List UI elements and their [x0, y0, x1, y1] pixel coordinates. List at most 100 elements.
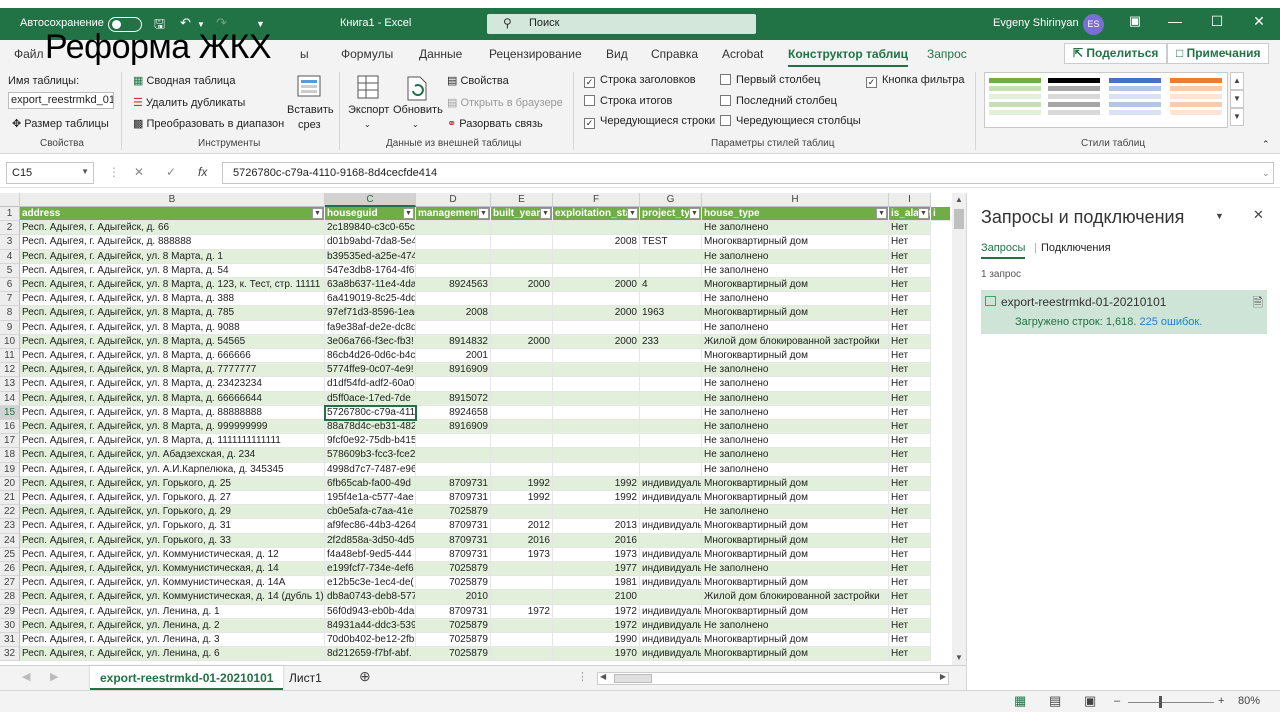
table-cell[interactable]	[640, 221, 702, 236]
table-cell[interactable]: Респ. Адыгея, г. Адыгейск, ул. Ленина, д…	[20, 618, 325, 633]
table-cell[interactable]: Многоквартирный дом	[702, 576, 889, 591]
filter-dropdown-icon[interactable]: ▼	[312, 208, 323, 219]
table-cell[interactable]: Респ. Адыгея, г. Адыгейск, ул. 8 Марта, …	[20, 306, 325, 321]
table-cell[interactable]: Не заполнено	[702, 249, 889, 264]
table-cell[interactable]: Респ. Адыгея, г. Адыгейск, ул. Коммунист…	[20, 576, 325, 591]
table-cell[interactable]	[491, 306, 553, 321]
scroll-down-icon[interactable]: ▼	[952, 651, 966, 665]
table-cell[interactable]: Респ. Адыгея, г. Адыгейск, д. 66	[20, 221, 325, 236]
table-cell[interactable]: 2008	[553, 235, 640, 250]
table-cell[interactable]	[640, 505, 702, 520]
table-header-cell[interactable]: houseguid ▼	[325, 207, 416, 222]
tab-table-design[interactable]: Конструктор таблиц	[788, 47, 909, 67]
table-cell[interactable]	[553, 420, 640, 435]
scroll-up-icon[interactable]: ▲	[952, 193, 966, 207]
table-cell[interactable]: af9fec86-44b3-4264	[325, 519, 416, 534]
table-cell[interactable]: Респ. Адыгея, г. Адыгейск, ул. 8 Марта, …	[20, 391, 325, 406]
page-layout-view-icon[interactable]: ▤	[1049, 693, 1061, 709]
table-cell[interactable]: Респ. Адыгея, г. Адыгейск, ул. Абадзехск…	[20, 448, 325, 463]
table-cell[interactable]: 1973	[553, 547, 640, 562]
table-cell[interactable]: 8709731	[416, 491, 491, 506]
table-cell[interactable]: 2000	[553, 278, 640, 293]
table-cell[interactable]	[553, 320, 640, 335]
export-dropdown-icon[interactable]: ⌄	[364, 120, 371, 129]
cancel-icon[interactable]: ✕	[134, 165, 144, 179]
table-cell[interactable]: Не заполнено	[702, 391, 889, 406]
table-cell[interactable]: TEST	[640, 235, 702, 250]
table-cell[interactable]: 195f4e1a-c577-4ae	[325, 491, 416, 506]
table-cell[interactable]: Многоквартирный дом	[702, 476, 889, 491]
column-header-h[interactable]: H	[702, 193, 889, 207]
row-header[interactable]: 20	[0, 476, 20, 491]
column-header-g[interactable]: G	[640, 193, 702, 207]
table-cell[interactable]: 1973	[491, 547, 553, 562]
table-cell[interactable]	[416, 292, 491, 307]
insert-function-icon[interactable]: fx	[198, 165, 207, 179]
page-break-view-icon[interactable]: ▣	[1084, 693, 1096, 709]
table-cell[interactable]: 2012	[491, 519, 553, 534]
row-header[interactable]: 12	[0, 363, 20, 378]
sheet-prev-icon[interactable]: ◀	[22, 670, 30, 683]
first-column-checkbox[interactable]: Первый столбец	[720, 74, 820, 86]
table-cell[interactable]: 8709731	[416, 547, 491, 562]
ribbon-display-icon[interactable]: ▣	[1120, 13, 1150, 29]
table-cell[interactable]: Многоквартирный дом	[702, 349, 889, 364]
table-cell[interactable]: Респ. Адыгея, г. Адыгейск, ул. 8 Марта, …	[20, 377, 325, 392]
table-cell[interactable]: Не заполнено	[702, 263, 889, 278]
table-cell[interactable]: 7025879	[416, 505, 491, 520]
row-header[interactable]: 24	[0, 533, 20, 548]
query-errors-link[interactable]: 225 ошибок.	[1139, 316, 1202, 328]
table-cell[interactable]: 8924658	[416, 405, 491, 420]
table-cell[interactable]: 7025879	[416, 618, 491, 633]
table-cell[interactable]: Многоквартирный дом	[702, 633, 889, 648]
name-box[interactable]: C15 ▼	[6, 162, 94, 184]
table-cell[interactable]	[491, 448, 553, 463]
table-cell[interactable]: 1992	[553, 476, 640, 491]
table-cell[interactable]: Нет	[889, 391, 931, 406]
table-cell[interactable]	[553, 462, 640, 477]
refresh-dropdown-icon[interactable]: ⌄	[412, 120, 419, 129]
table-cell[interactable]: Респ. Адыгея, г. Адыгейск, ул. 8 Марта, …	[20, 249, 325, 264]
gallery-up-icon[interactable]: ▲	[1230, 72, 1244, 90]
table-cell[interactable]: Респ. Адыгея, г. Адыгейск, ул. 8 Марта, …	[20, 405, 325, 420]
table-cell[interactable]: 4	[640, 278, 702, 293]
table-cell[interactable]	[553, 349, 640, 364]
table-cell[interactable]: 2c189840-c3c0-65cf-44d6-f6a4631d0d65	[325, 221, 416, 236]
table-cell[interactable]	[553, 363, 640, 378]
table-cell[interactable]: Нет	[889, 618, 931, 633]
table-cell[interactable]: Нет	[889, 434, 931, 449]
table-cell[interactable]: Нет	[889, 363, 931, 378]
table-cell[interactable]: Не заполнено	[702, 505, 889, 520]
table-cell[interactable]: 2000	[553, 306, 640, 321]
row-header[interactable]: 6	[0, 278, 20, 293]
table-cell[interactable]: Нет	[889, 235, 931, 250]
table-cell[interactable]: Респ. Адыгея, г. Адыгейск, ул. 8 Марта, …	[20, 320, 325, 335]
row-header[interactable]: 1	[0, 207, 20, 222]
total-row-checkbox[interactable]: Строка итогов	[584, 95, 672, 107]
table-cell[interactable]	[553, 505, 640, 520]
table-cell[interactable]	[491, 590, 553, 605]
pane-close-icon[interactable]: ✕	[1253, 207, 1264, 223]
row-header[interactable]: 30	[0, 618, 20, 633]
table-cell[interactable]: индивидуаль	[640, 618, 702, 633]
table-cell[interactable]: Нет	[889, 562, 931, 577]
table-cell[interactable]	[640, 462, 702, 477]
table-cell[interactable]: Многоквартирный дом	[702, 547, 889, 562]
table-cell[interactable]	[553, 263, 640, 278]
zoom-in-icon[interactable]: +	[1218, 695, 1224, 707]
row-header[interactable]: 31	[0, 633, 20, 648]
table-cell[interactable]: Нет	[889, 278, 931, 293]
row-header[interactable]: 2	[0, 221, 20, 236]
table-cell[interactable]: Многоквартирный дом	[702, 604, 889, 619]
horizontal-scrollbar[interactable]: ◀ ▶	[597, 672, 949, 685]
zoom-track[interactable]	[1128, 702, 1214, 703]
table-cell[interactable]: Жилой дом блокированной застройки	[702, 590, 889, 605]
pivot-button[interactable]: ▦ Сводная таблица	[133, 74, 235, 87]
table-cell[interactable]	[640, 448, 702, 463]
row-header[interactable]: 22	[0, 505, 20, 520]
table-cell[interactable]: Нет	[889, 448, 931, 463]
table-cell[interactable]: индивидуаль	[640, 647, 702, 662]
table-cell[interactable]: cb0e5afa-c7aa-41e	[325, 505, 416, 520]
table-cell[interactable]: индивидуаль	[640, 491, 702, 506]
row-header[interactable]: 8	[0, 306, 20, 321]
